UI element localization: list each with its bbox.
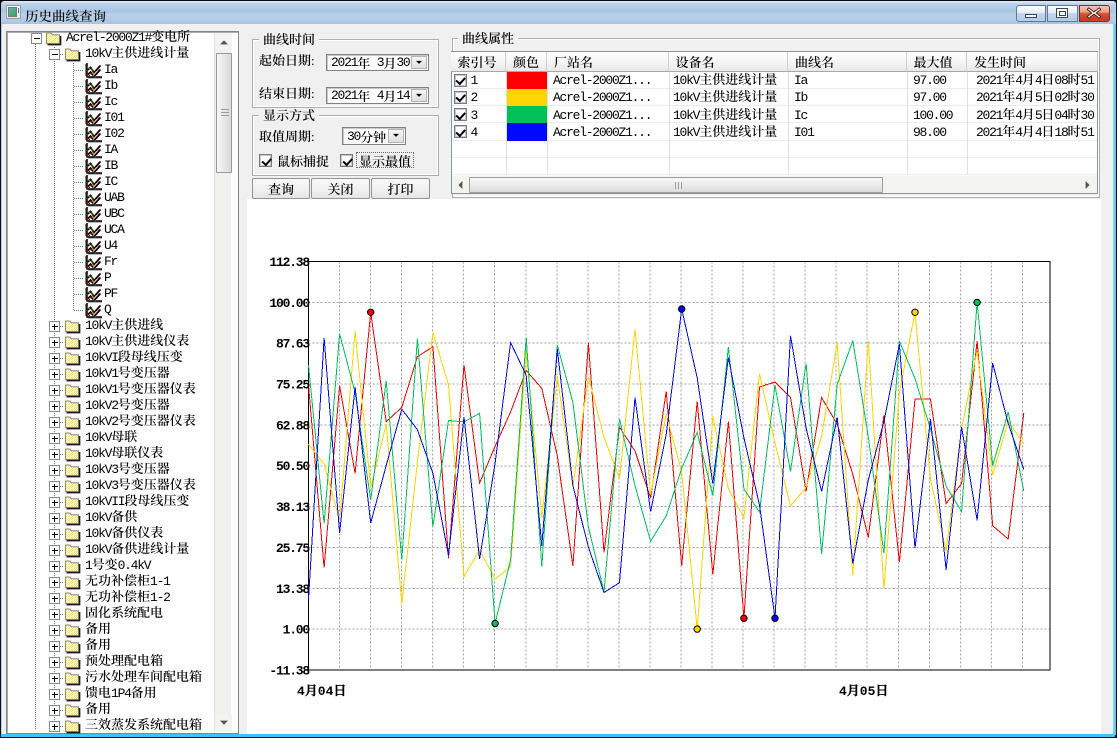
svg-text:87.63: 87.63 <box>276 337 310 352</box>
svg-text:4月04日: 4月04日 <box>297 684 346 699</box>
svg-text:-11.38: -11.38 <box>269 664 310 679</box>
svg-text:13.38: 13.38 <box>276 582 310 597</box>
svg-text:112.38: 112.38 <box>269 255 310 270</box>
svg-text:62.88: 62.88 <box>276 418 310 433</box>
svg-text:50.50: 50.50 <box>276 459 310 474</box>
svg-text:75.25: 75.25 <box>276 378 310 393</box>
svg-text:38.13: 38.13 <box>276 500 310 515</box>
svg-text:1.00: 1.00 <box>283 623 311 638</box>
svg-text:100.00: 100.00 <box>269 296 310 311</box>
svg-text:4月05日: 4月05日 <box>839 684 888 699</box>
svg-text:25.75: 25.75 <box>276 541 310 556</box>
